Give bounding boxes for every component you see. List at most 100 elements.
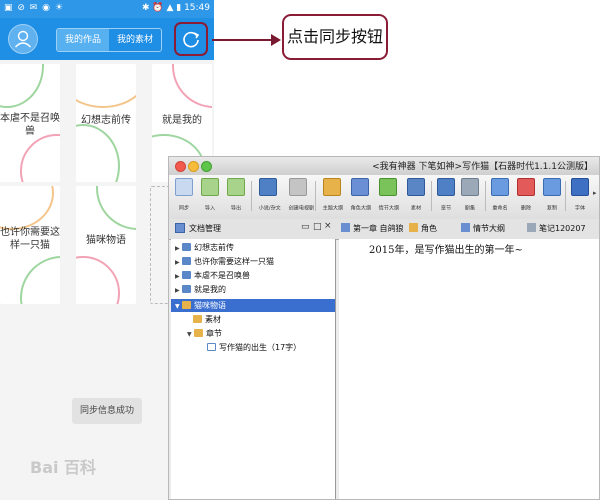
card-decoration (76, 256, 120, 304)
editor-text[interactable]: 2015年，是写作猫出生的第一年~ (369, 241, 523, 256)
expand-arrow-icon[interactable]: ▶ (175, 256, 182, 269)
card-title: 幻想志前传 (81, 115, 131, 126)
tree-item-selected[interactable]: ▼ 猫咪物语 (175, 299, 226, 312)
expand-arrow-icon[interactable]: ▶ (175, 284, 182, 297)
role-icon (409, 223, 418, 232)
work-card[interactable]: 猫咪物语 (76, 186, 136, 304)
tree-item[interactable]: ▶ 本虐不是召唤兽 (175, 269, 250, 282)
callout-label: 点击同步按钮 (282, 14, 388, 60)
card-decoration (0, 186, 54, 230)
import-icon (201, 178, 219, 196)
minimize-window-icon[interactable] (188, 161, 199, 172)
document-icon (341, 223, 350, 232)
expand-arrow-icon[interactable]: ▶ (175, 242, 182, 255)
panel-close-button[interactable]: × (324, 221, 332, 231)
card-title: 就是我的 (162, 115, 202, 126)
collapse-arrow-icon[interactable]: ▼ (175, 300, 182, 313)
folder-icon (194, 329, 203, 337)
toolbar-delete-button[interactable]: 删除 (515, 178, 537, 212)
toolbar-import-button[interactable]: 导入 (199, 178, 221, 212)
toolbar-rename-button[interactable]: 重命名 (489, 178, 511, 212)
sync-button[interactable] (174, 22, 208, 56)
desktop-window: <我有神器 下笔如神>写作猫【石器时代1.1.1公测版】 同步 导入 导出 小说… (168, 156, 600, 500)
toolbar-tv-button[interactable]: 创建电视剧 (287, 178, 314, 212)
card-title: 也许你需要这样一只猫 (0, 227, 60, 251)
font-icon (571, 178, 589, 196)
toolbar-material-button[interactable]: 素材 (405, 178, 427, 212)
window-title: <我有神器 下笔如神>写作猫【石器时代1.1.1公测版】 (372, 162, 593, 172)
card-title: 本虐不是召唤兽 (0, 113, 60, 137)
toolbar-sync-button[interactable]: 同步 (173, 178, 195, 212)
toolbar-copy-button[interactable]: 复制 (541, 178, 563, 212)
toolbar-episode-button[interactable]: 剧集 (459, 178, 481, 212)
app-header: 我的作品 我的素材 (0, 18, 214, 60)
card-decoration (96, 186, 136, 230)
card-decoration (172, 64, 212, 108)
chapter-icon (437, 178, 455, 196)
card-decoration (20, 134, 60, 182)
status-right: ✱ ⏰ ▲ ▮ 15:49 (142, 3, 210, 13)
book-icon (182, 271, 191, 279)
toolbar-separator (315, 181, 316, 211)
toolbar-theme-outline-button[interactable]: 主题大纲 (321, 178, 343, 212)
panel-bar: 文档管理 ▭ □ × 第一章 自鸽狼 角色 情节大纲 笔记120207 (169, 219, 599, 240)
toolbar-role-outline-button[interactable]: 角色大纲 (349, 178, 371, 212)
toolbar: 同步 导入 导出 小说/杂文 创建电视剧 主题大纲 角色大纲 情节大纲 素材 章… (169, 175, 599, 220)
tree-item[interactable]: ▼ 章节 (187, 327, 222, 340)
status-right-icons: ✱ ⏰ ▲ ▮ (141, 3, 182, 13)
maximize-window-icon[interactable] (201, 161, 212, 172)
tab-my-works[interactable]: 我的作品 (57, 29, 109, 51)
card-decoration (0, 64, 44, 108)
tab-my-materials[interactable]: 我的素材 (109, 29, 161, 51)
material-icon (407, 178, 425, 196)
avatar[interactable] (8, 24, 38, 54)
toolbar-plot-outline-button[interactable]: 情节大纲 (377, 178, 399, 212)
tree-item[interactable]: 写作猫的出生（17字） (207, 341, 301, 354)
toolbar-novel-button[interactable]: 小说/杂文 (257, 178, 281, 212)
toolbar-export-button[interactable]: 导出 (225, 178, 247, 212)
work-card[interactable]: 本虐不是召唤兽 (0, 64, 60, 182)
work-card[interactable]: 幻想志前传 (76, 64, 136, 182)
close-window-icon[interactable] (175, 161, 186, 172)
tab-plot-outline[interactable]: 情节大纲 (461, 223, 505, 234)
tree-item[interactable]: ▶ 也许你需要这样一只猫 (175, 255, 274, 268)
toolbar-separator (431, 181, 432, 211)
episode-icon (461, 178, 479, 196)
outline-icon (461, 223, 470, 232)
tab-note[interactable]: 笔记120207 (527, 223, 586, 234)
tree-item[interactable]: ▶ 就是我的 (175, 283, 226, 296)
toolbar-font-button[interactable]: 字体 (569, 178, 591, 212)
toolbar-separator (565, 181, 566, 211)
document-icon (207, 343, 216, 351)
window-titlebar: <我有神器 下笔如神>写作猫【石器时代1.1.1公测版】 (169, 157, 599, 176)
status-bar: ▣ ⊘ ✉ ◉ ☀ ✱ ⏰ ▲ ▮ 15:49 (0, 0, 214, 18)
card-decoration (76, 64, 136, 108)
book-icon (182, 243, 191, 251)
tree-item[interactable]: 素材 (193, 313, 221, 326)
tree-item[interactable]: ▶ 幻想志前传 (175, 241, 234, 254)
editor-area[interactable]: 2015年，是写作猫出生的第一年~ (339, 239, 599, 499)
novel-icon (259, 178, 277, 196)
callout-arrow-icon (271, 34, 281, 46)
book-icon (182, 301, 191, 309)
user-icon (14, 30, 32, 48)
status-left-icons: ▣ ⊘ ✉ ◉ ☀ (4, 3, 64, 13)
tab-role[interactable]: 角色 (409, 223, 437, 234)
sync-icon (175, 178, 193, 196)
expand-arrow-icon[interactable]: ▶ (175, 270, 182, 283)
folder-icon (193, 315, 202, 323)
tab-chapter-one[interactable]: 第一章 自鸽狼 (341, 223, 404, 234)
book-icon (182, 285, 191, 293)
toolbar-more-icon[interactable]: ▸ (593, 189, 597, 197)
document-manager-title: 文档管理 (189, 224, 221, 233)
toolbar-chapter-button[interactable]: 章节 (435, 178, 457, 212)
baike-watermark: Bai 百科 (30, 458, 97, 477)
panel-restore-button[interactable]: ▭ (301, 222, 310, 232)
work-card[interactable]: 也许你需要这样一只猫 (0, 186, 60, 304)
plot-outline-icon (379, 178, 397, 196)
tv-icon (289, 178, 307, 196)
status-time: 15:49 (184, 3, 210, 13)
card-title: 猫咪物语 (86, 235, 126, 246)
collapse-arrow-icon[interactable]: ▼ (187, 328, 194, 341)
panel-maximize-button[interactable]: □ (313, 222, 322, 232)
